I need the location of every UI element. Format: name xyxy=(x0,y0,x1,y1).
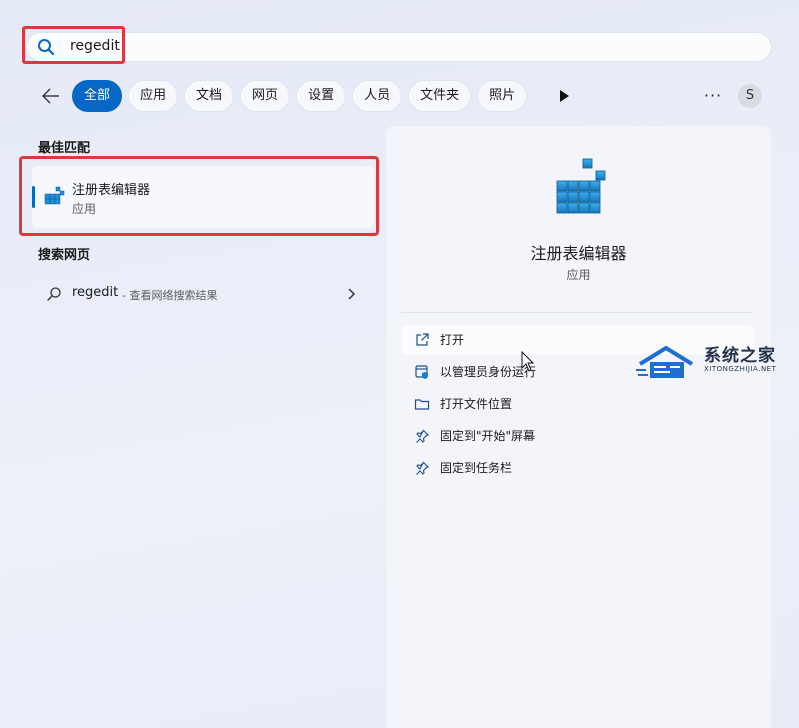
account-avatar[interactable]: S xyxy=(738,84,762,108)
pin-icon xyxy=(416,461,429,475)
filter-photos[interactable]: 照片 xyxy=(477,80,528,112)
selection-indicator xyxy=(32,186,35,208)
open-external-icon xyxy=(416,333,429,346)
detail-app-name: 注册表编辑器 xyxy=(530,244,627,263)
detail-divider xyxy=(401,312,753,313)
search-input[interactable] xyxy=(70,35,570,57)
watermark-subtitle: XITONGZHIJIA.NET xyxy=(704,365,777,373)
detail-app-type: 应用 xyxy=(566,268,591,282)
action-pin-to-taskbar[interactable]: 固定到任务栏 xyxy=(402,454,754,482)
web-search-heading: 搜索网页 xyxy=(38,248,91,263)
more-filters-play-icon[interactable] xyxy=(556,88,572,104)
start-search-window: 全部 应用 文档 网页 设置 人员 文件夹 照片 ··· S 最佳匹配 注册表编… xyxy=(0,0,799,728)
search-icon xyxy=(47,287,61,301)
filter-all[interactable]: 全部 xyxy=(72,80,123,112)
filter-documents[interactable]: 文档 xyxy=(184,80,235,112)
back-arrow-icon xyxy=(42,88,59,104)
action-pin-to-start[interactable]: 固定到"开始"屏幕 xyxy=(402,422,754,450)
filter-web[interactable]: 网页 xyxy=(240,80,291,112)
watermark: 系统之家 XITONGZHIJIA.NET xyxy=(636,340,786,384)
chevron-right-icon xyxy=(348,288,356,300)
filter-people[interactable]: 人员 xyxy=(352,80,403,112)
shield-run-icon xyxy=(415,365,428,379)
best-match-type: 应用 xyxy=(72,202,97,216)
mouse-cursor-icon xyxy=(521,351,535,372)
search-icon xyxy=(38,39,55,56)
best-match-name: 注册表编辑器 xyxy=(72,183,151,198)
web-search-subtitle: - 查看网络搜索结果 xyxy=(122,289,218,302)
web-search-query: regedit xyxy=(72,285,119,300)
action-open-label: 打开 xyxy=(440,333,465,347)
action-open-file-location-label: 打开文件位置 xyxy=(440,397,513,411)
action-open-file-location[interactable]: 打开文件位置 xyxy=(402,390,754,418)
action-pin-to-start-label: 固定到"开始"屏幕 xyxy=(440,429,536,443)
filter-apps[interactable]: 应用 xyxy=(128,80,179,112)
watermark-title: 系统之家 xyxy=(704,346,776,366)
watermark-logo-icon xyxy=(636,345,694,378)
filter-settings[interactable]: 设置 xyxy=(296,80,347,112)
registry-editor-large-icon xyxy=(556,158,606,214)
registry-editor-icon xyxy=(44,186,65,205)
action-pin-to-taskbar-label: 固定到任务栏 xyxy=(440,461,513,475)
pin-icon xyxy=(416,429,429,443)
filter-folders[interactable]: 文件夹 xyxy=(408,80,472,112)
more-options-button[interactable]: ··· xyxy=(702,86,724,106)
filter-tabs: 全部 应用 文档 网页 设置 人员 文件夹 照片 xyxy=(72,80,528,112)
back-button[interactable] xyxy=(38,84,64,108)
folder-icon xyxy=(414,399,430,410)
best-match-heading: 最佳匹配 xyxy=(38,141,91,156)
